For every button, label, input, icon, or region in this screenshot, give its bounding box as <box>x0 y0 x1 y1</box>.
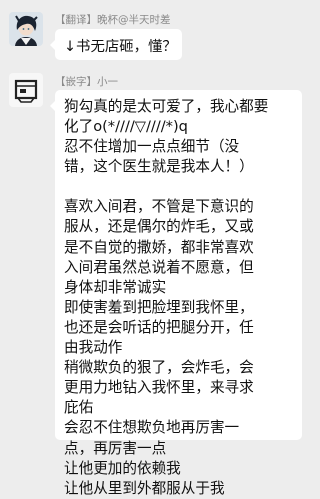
message-line: 庇佑 <box>64 399 94 417</box>
message-line: 让他更加的依赖我 <box>64 459 181 477</box>
message-line: 错，这个医生就是我本人！） <box>64 158 254 176</box>
message-line: 忍不住增加一点点细节（没 <box>64 138 240 156</box>
message-line: 即使害羞到把脸埋到我怀里， <box>64 298 254 316</box>
message-line: 服从，还是偶尔的炸毛，又或 <box>64 218 254 236</box>
message-line: 是不自觉的撒娇，都非常喜欢 <box>64 238 254 256</box>
message-line: 身体却非常诚实 <box>64 278 167 296</box>
avatar[interactable] <box>9 12 43 46</box>
message-line: 狗勾真的是太可爱了，我心都要 <box>64 98 269 115</box>
message-line: 也还是会听话的把腿分开，任 <box>64 318 254 336</box>
sender-name: 【翻译】晚杯@半天时差 <box>55 14 171 26</box>
message-line: 更用力地钻入我怀里，来寻求 <box>64 379 254 397</box>
message-line: 由我动作 <box>64 339 123 357</box>
message-line: 让他从里到外都服从于我 <box>64 479 225 497</box>
message-line: 点，再厉害一点 <box>64 439 167 457</box>
message-line: 喜欢入间君，不管是下意识的 <box>64 198 254 216</box>
message-line: 会忍不住想欺负地再厉害一 <box>64 419 240 437</box>
avatar[interactable] <box>9 73 43 107</box>
message-bubble[interactable]: 狗勾真的是太可爱了，我心都要 化了o(*////▽////*)q 忍不住增加一点… <box>50 90 302 497</box>
sender-name: 【嵌字】小一 <box>55 76 118 88</box>
message-line: 稍微欺负的狠了，会炸毛，会 <box>64 359 254 377</box>
message-line: 化了o(*////▽////*)q <box>64 118 188 136</box>
message-line: 入间君虽然总说着不愿意，但 <box>64 258 254 276</box>
message-translator: 【翻译】晚杯@半天时差 ↓书无店砸，懂？ <box>0 0 303 70</box>
message-bubble[interactable]: ↓书无店砸，懂？ <box>50 29 182 60</box>
message-typesetter: 【嵌字】小一 狗勾真的是太可爱了，我心都要 化了o(*////▽////*)q … <box>0 70 303 497</box>
